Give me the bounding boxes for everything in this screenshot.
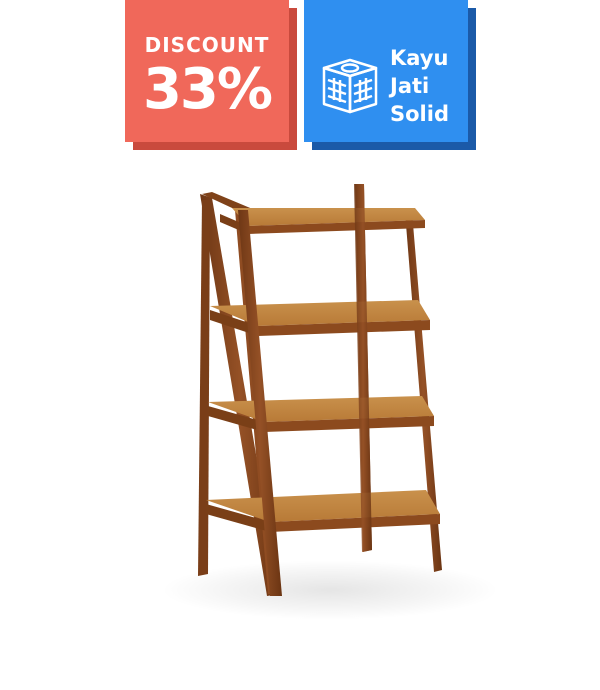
discount-value: 33% bbox=[142, 57, 273, 122]
material-line-2: Jati bbox=[390, 74, 430, 98]
material-line-3: Solid bbox=[390, 102, 449, 126]
material-line-1: Kayu bbox=[390, 46, 449, 70]
material-badge-face: Kayu Jati Solid bbox=[304, 0, 468, 142]
material-badge: Kayu Jati Solid bbox=[304, 0, 476, 150]
wood-block-icon bbox=[322, 58, 378, 114]
discount-badge-face: DISCOUNT 33% bbox=[125, 0, 289, 142]
material-text: Kayu Jati Solid bbox=[390, 44, 449, 128]
discount-badge: DISCOUNT 33% bbox=[125, 0, 297, 150]
discount-label: DISCOUNT bbox=[144, 33, 270, 57]
ladder-shelf-image bbox=[198, 184, 442, 596]
product-promo-page: DISCOUNT 33% Kayu Jati Solid bbox=[0, 0, 600, 690]
